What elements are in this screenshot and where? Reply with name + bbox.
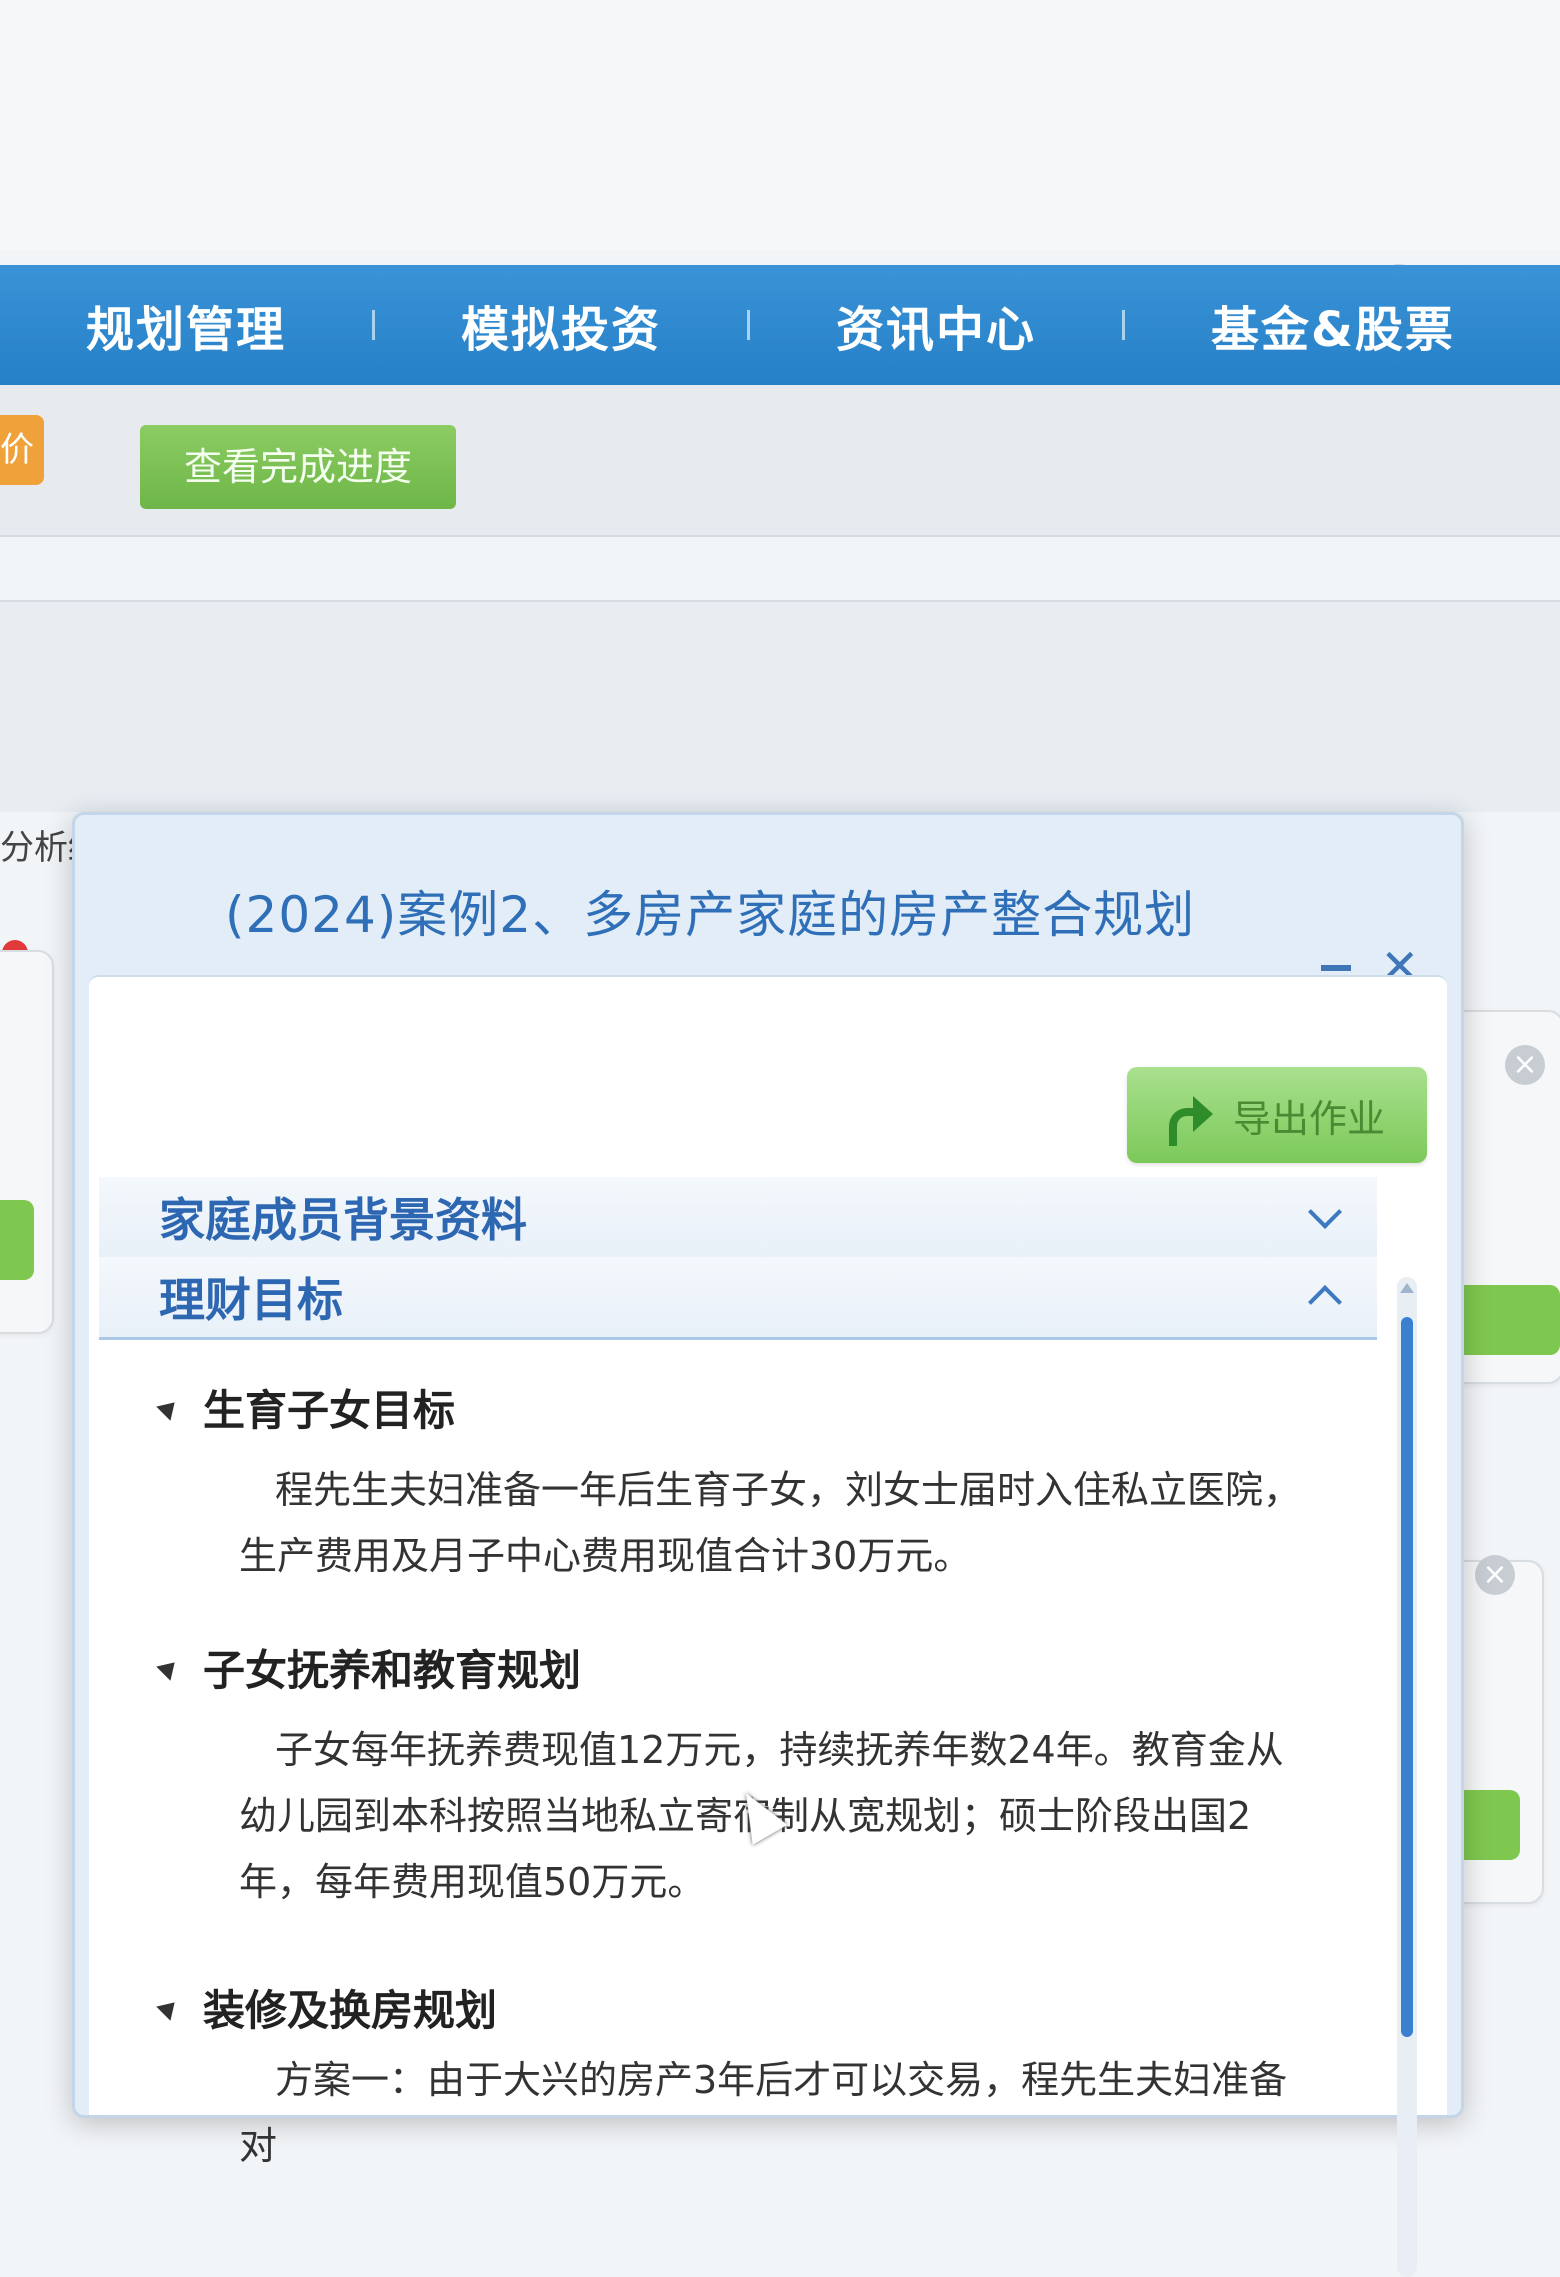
scroll-up-icon[interactable]	[1400, 1283, 1414, 1293]
nav-item-news-center[interactable]: 资讯中心	[750, 290, 1122, 360]
top-header	[0, 0, 1560, 250]
minimize-icon[interactable]	[1321, 965, 1351, 971]
section-financial-goals[interactable]: 理财目标	[99, 1257, 1377, 1340]
share-arrow-icon	[1168, 1094, 1213, 1146]
case-dialog: (2024)案例2、多房产家庭的房产整合规划 ✕ 导出作业 家庭成员背景资料 理…	[72, 812, 1464, 2277]
goal-heading[interactable]: 子女抚养和教育规划	[156, 1637, 582, 1698]
chevron-up-icon[interactable]	[1308, 1285, 1342, 1319]
dialog-body: 导出作业 家庭成员背景资料 理财目标 生育子女目标 程先生夫妇准备一年后生育子女…	[89, 975, 1447, 2277]
section-family-background[interactable]: 家庭成员背景资料	[99, 1177, 1377, 1260]
export-label: 导出作业	[1232, 1096, 1385, 1141]
view-progress-button[interactable]: 查看完成进度	[140, 425, 456, 509]
goal-description: 方案一：由于大兴的房产3年后才可以交易，程先生夫妇准备对	[239, 2058, 1288, 2168]
nav-item-planning[interactable]: 规划管理	[0, 290, 372, 360]
collapse-triangle-icon	[156, 1994, 182, 2021]
section-title: 理财目标	[159, 1273, 343, 1327]
evaluation-button[interactable]: 价	[0, 415, 44, 485]
goal-description: 程先生夫妇准备一年后生育子女，刘女士届时入住私立医院，生产费用及月子中心费用现值…	[239, 1468, 1302, 1578]
collapse-triangle-icon	[156, 1654, 182, 1681]
collapse-triangle-icon	[156, 1394, 182, 1421]
goal-heading-text: 生育子女目标	[203, 1386, 456, 1435]
main-nav: 规划管理 模拟投资 资讯中心 基金&股票	[0, 265, 1560, 385]
dialog-title: (2024)案例2、多房产家庭的房产整合规划	[225, 886, 1196, 944]
chevron-down-icon[interactable]	[1308, 1195, 1342, 1229]
content-area	[0, 600, 1560, 812]
toolbar: 价 查看完成进度	[0, 385, 1560, 537]
nav-item-simulated-investment[interactable]: 模拟投资	[375, 290, 747, 360]
scrollbar-thumb[interactable]	[1401, 1317, 1413, 2037]
goal-heading-text: 子女抚养和教育规划	[203, 1646, 582, 1695]
goal-heading-text: 装修及换房规划	[203, 1986, 498, 2035]
close-icon[interactable]: ×	[1505, 1045, 1545, 1085]
section-title: 家庭成员背景资料	[159, 1193, 527, 1247]
goal-heading[interactable]: 装修及换房规划	[156, 1977, 498, 2038]
goal-heading[interactable]: 生育子女目标	[156, 1377, 456, 1438]
close-icon[interactable]: ×	[1475, 1555, 1515, 1595]
scrollbar[interactable]	[1397, 1277, 1417, 2277]
background-card-button[interactable]	[0, 1200, 34, 1280]
export-homework-button[interactable]: 导出作业	[1127, 1067, 1427, 1163]
nav-item-funds-stocks[interactable]: 基金&股票	[1125, 290, 1541, 360]
